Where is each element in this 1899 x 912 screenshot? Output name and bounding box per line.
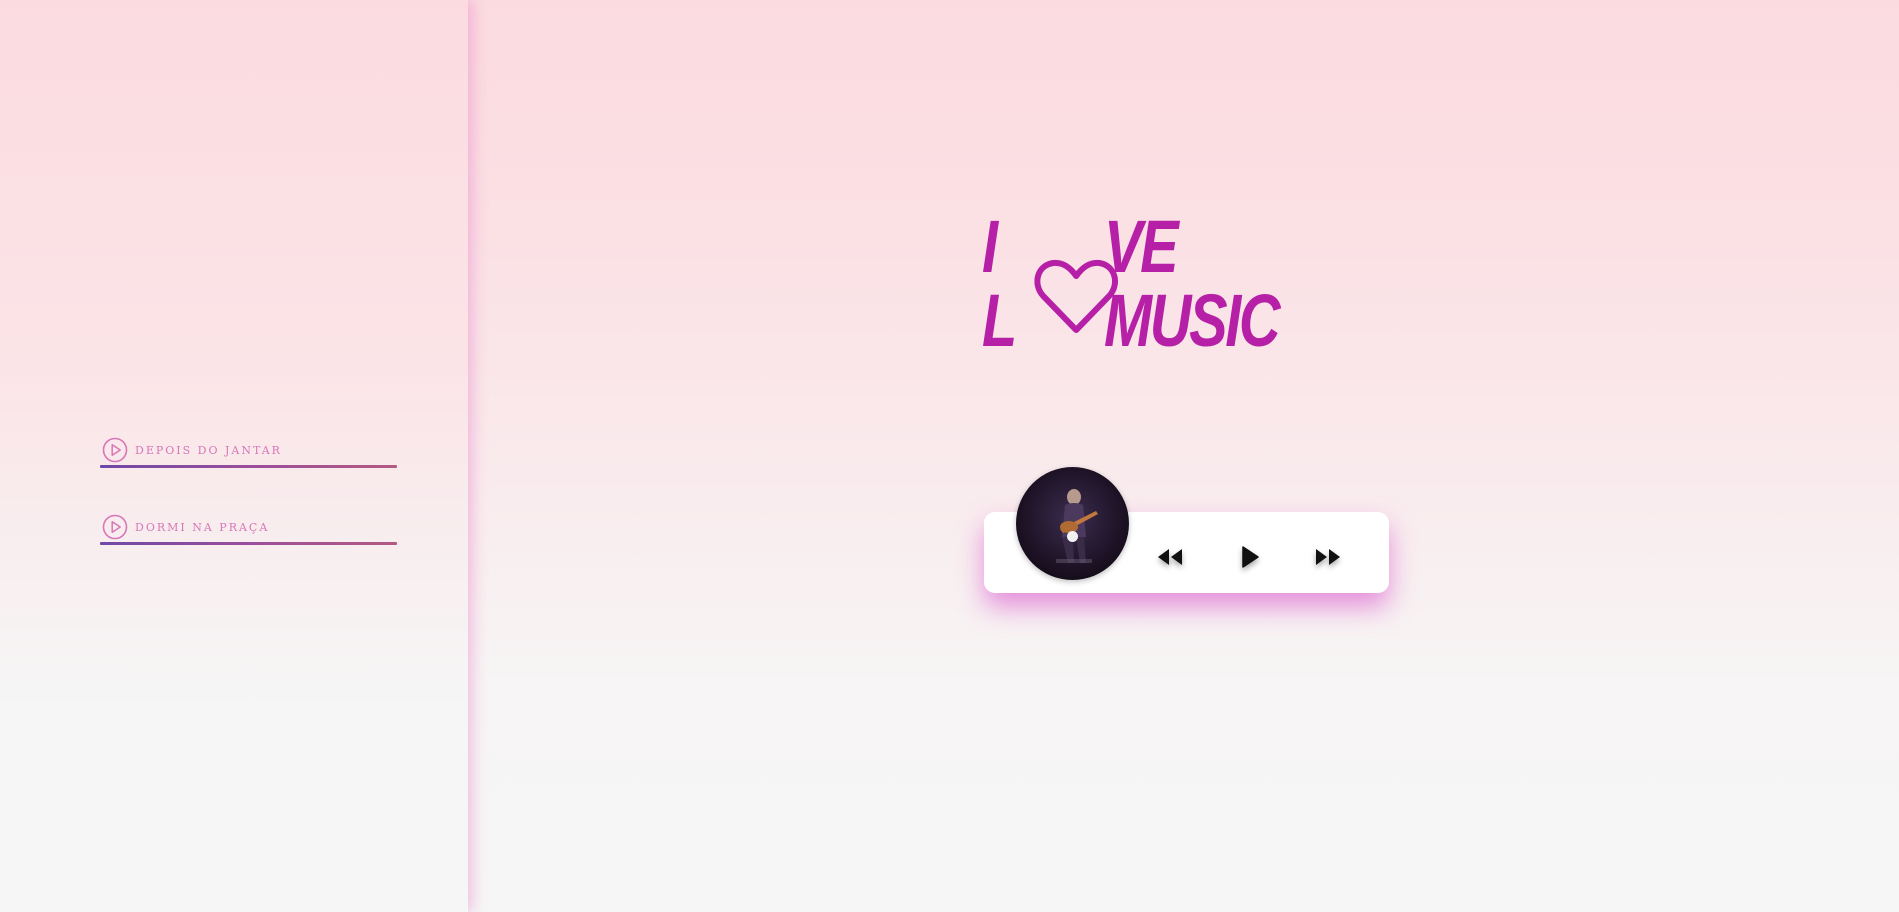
page-title: I L VE MUSIC bbox=[982, 210, 1310, 358]
track-label: DEPOIS DO JANTAR bbox=[135, 444, 282, 457]
track-item-depois-do-jantar[interactable]: DEPOIS DO JANTAR bbox=[100, 437, 397, 468]
play-icon[interactable] bbox=[1234, 544, 1264, 570]
disc-center-hole bbox=[1067, 531, 1078, 542]
guitarist-figure-icon bbox=[1056, 489, 1098, 563]
track-item-dormi-na-praca[interactable]: DORMI NA PRAÇA bbox=[100, 514, 397, 545]
play-circle-icon[interactable] bbox=[102, 437, 128, 463]
track-underline bbox=[100, 465, 397, 468]
album-cover bbox=[1016, 467, 1129, 580]
track-underline bbox=[100, 542, 397, 545]
rewind-icon[interactable] bbox=[1155, 544, 1185, 570]
play-circle-icon[interactable] bbox=[102, 514, 128, 540]
title-text-after-heart: VE MUSIC bbox=[1103, 205, 1281, 362]
track-label: DORMI NA PRAÇA bbox=[135, 521, 270, 534]
title-text-before-heart: I L bbox=[982, 205, 1017, 362]
fast-forward-icon[interactable] bbox=[1313, 544, 1343, 570]
heart-outline-icon bbox=[1034, 258, 1119, 358]
sidebar: DEPOIS DO JANTAR DORMI NA PRAÇA bbox=[0, 0, 468, 912]
